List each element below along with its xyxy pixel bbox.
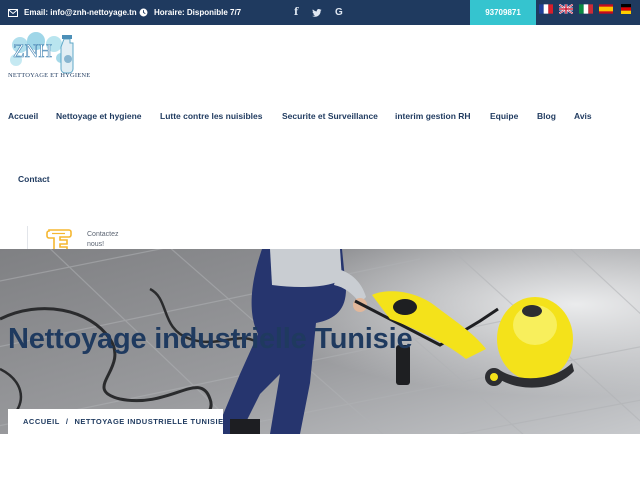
nav-interim[interactable]: interim gestion RH [395, 111, 471, 121]
nav-contact[interactable]: Contact [18, 174, 50, 184]
envelope-icon [8, 8, 18, 17]
breadcrumb: ACCUEIL / NETTOYAGE INDUSTRIELLE TUNISIE [8, 409, 223, 434]
svg-text:ZNH: ZNH [13, 41, 52, 62]
nav-nettoyage[interactable]: Nettoyage et hygiene [56, 111, 142, 121]
phone-number-button[interactable]: 93709871 [470, 0, 536, 25]
twitter-icon[interactable] [312, 0, 322, 25]
english-flag-icon[interactable] [559, 4, 573, 14]
hero-banner: Nettoyage industrielle Tunisie [0, 249, 640, 434]
nav-nuisibles[interactable]: Lutte contre les nuisibles [160, 111, 263, 121]
contact-label[interactable]: Contactez nous! [87, 230, 137, 250]
french-flag-icon[interactable] [539, 4, 553, 14]
hero-title: Nettoyage industrielle Tunisie [8, 323, 413, 355]
clock-icon [139, 8, 148, 17]
email-link[interactable]: Email: info@znh-nettoyage.tn [8, 0, 137, 25]
facebook-icon[interactable]: f [294, 0, 298, 25]
email-text: Email: info@znh-nettoyage.tn [24, 8, 137, 17]
hours-text: Horaire: Disponible 7/7 [154, 8, 242, 17]
nav-avis[interactable]: Avis [574, 111, 592, 121]
breadcrumb-current: NETTOYAGE INDUSTRIELLE TUNISIE [74, 417, 224, 426]
google-icon[interactable]: G [335, 0, 343, 25]
nav-equipe[interactable]: Equipe [490, 111, 518, 121]
language-selector [539, 4, 639, 14]
nav-blog[interactable]: Blog [537, 111, 556, 121]
nav-accueil[interactable]: Accueil [8, 111, 38, 121]
top-bar: Email: info@znh-nettoyage.tn Horaire: Di… [0, 0, 640, 25]
spanish-flag-icon[interactable] [599, 4, 613, 14]
italian-flag-icon[interactable] [579, 4, 593, 14]
german-flag-icon[interactable] [619, 4, 633, 14]
breadcrumb-separator: / [65, 417, 69, 426]
opening-hours: Horaire: Disponible 7/7 [139, 0, 241, 25]
breadcrumb-home-link[interactable]: ACCUEIL [23, 417, 60, 426]
logo-caption: NETTOYAGE ET HYGIENE [8, 72, 91, 79]
phone-number: 93709871 [485, 8, 521, 17]
nav-securite[interactable]: Securite et Surveillance [282, 111, 378, 121]
